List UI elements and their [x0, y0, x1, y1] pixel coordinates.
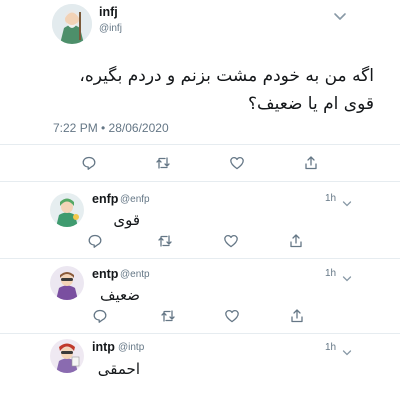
tweet-text: ضعیف — [99, 286, 140, 304]
reply-time[interactable]: 1h — [325, 342, 336, 353]
author-handle[interactable]: @intp — [118, 342, 144, 353]
retweet-icon[interactable] — [160, 308, 176, 324]
chevron-down-icon[interactable] — [342, 270, 352, 282]
chevron-down-icon[interactable] — [342, 344, 352, 356]
reply-time[interactable]: 1h — [325, 193, 336, 204]
tweet-timestamp[interactable]: 7:22 PM • 28/06/2020 — [53, 121, 169, 135]
avatar[interactable] — [52, 4, 92, 44]
reply-icon[interactable] — [92, 308, 108, 324]
author-name[interactable]: infj — [99, 5, 118, 19]
tweet-text-line: قوی ام یا ضعیف؟ — [248, 94, 374, 114]
chevron-down-icon[interactable] — [342, 195, 352, 207]
main-tweet: infj @infj اگه من به خودم مشت بزنم و درد… — [0, 0, 400, 181]
share-icon[interactable] — [289, 308, 305, 324]
retweet-icon[interactable] — [155, 155, 171, 171]
reply-tweet[interactable]: enfp @enfp 1h قوی — [0, 181, 400, 258]
author-name[interactable]: entp — [92, 267, 118, 281]
author-handle[interactable]: @infj — [99, 23, 122, 34]
heart-icon[interactable] — [224, 308, 240, 324]
tweet-text: احمقی — [97, 360, 140, 378]
tweet-text-line: اگه من به خودم مشت بزنم و دردم بگیره، — [79, 66, 374, 86]
tweet-text: قوی — [113, 211, 140, 229]
chevron-down-icon[interactable] — [333, 9, 347, 20]
share-icon[interactable] — [303, 155, 319, 171]
author-handle[interactable]: @entp — [120, 269, 150, 280]
heart-icon[interactable] — [229, 155, 245, 171]
tweet-text: اگه من به خودم مشت بزنم و دردم بگیره، قو… — [54, 62, 374, 118]
reply-tweet[interactable]: intp @intp 1h احمقی — [0, 333, 400, 407]
heart-icon[interactable] — [223, 233, 239, 249]
reply-icon[interactable] — [81, 155, 97, 171]
author-name[interactable]: enfp — [92, 192, 118, 206]
divider — [0, 144, 400, 145]
author-name[interactable]: intp — [92, 340, 115, 354]
retweet-icon[interactable] — [157, 233, 173, 249]
share-icon[interactable] — [288, 233, 304, 249]
reply-icon[interactable] — [87, 233, 103, 249]
author-handle[interactable]: @enfp — [120, 194, 150, 205]
reply-tweet[interactable]: entp @entp 1h ضعیف — [0, 258, 400, 335]
reply-time[interactable]: 1h — [325, 268, 336, 279]
